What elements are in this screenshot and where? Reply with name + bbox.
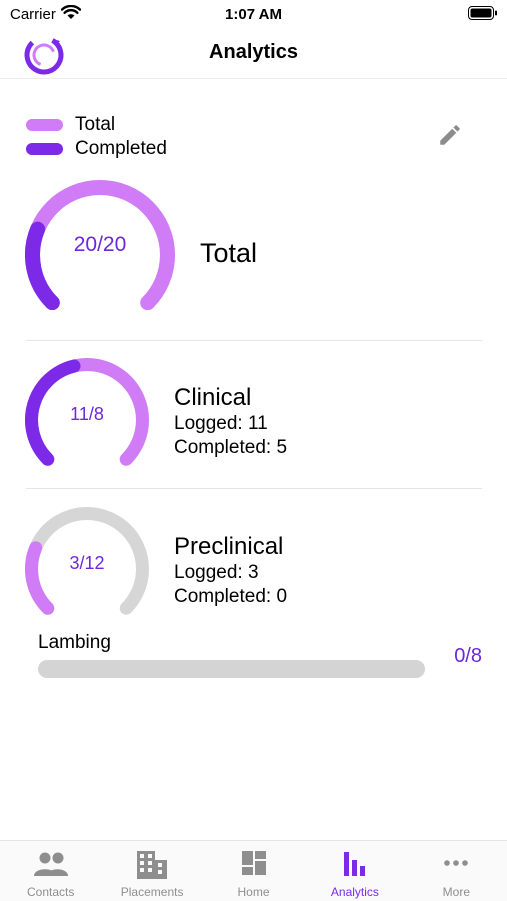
preclinical-title: Preclinical <box>174 533 284 560</box>
legend-swatch <box>26 143 63 155</box>
tab-analytics[interactable]: Analytics <box>304 841 405 901</box>
clinical-completed: Completed: 5 <box>174 437 288 458</box>
clock-time: 1:07 AM <box>225 6 282 23</box>
divider <box>26 488 482 489</box>
bar-chart-icon <box>342 850 368 883</box>
preclinical-logged: Logged: 3 <box>174 562 259 583</box>
tab-more[interactable]: More <box>406 841 507 901</box>
people-icon <box>33 850 69 883</box>
more-dots-icon <box>443 850 469 881</box>
status-bar: Carrier 1:07 AM <box>0 0 507 28</box>
legend-swatch <box>26 119 63 131</box>
preclinical-completed: Completed: 0 <box>174 586 288 607</box>
total-title: Total <box>200 238 258 268</box>
total-gauge-label: 20/20 <box>73 233 127 256</box>
navigation-bar: Analytics <box>0 28 507 79</box>
battery-icon <box>468 6 498 25</box>
tab-label: Analytics <box>330 885 379 899</box>
legend-item-total: Total <box>26 114 115 136</box>
tab-label: Placements <box>120 885 184 899</box>
legend-label: Total <box>75 114 116 135</box>
page-title: Analytics <box>209 41 298 63</box>
divider <box>26 340 482 341</box>
pencil-icon[interactable] <box>437 122 463 153</box>
tab-placements[interactable]: Placements <box>101 841 202 901</box>
legend-label: Completed <box>75 138 167 159</box>
clinical-logged: Logged: 11 <box>174 413 268 434</box>
clinical-title: Clinical <box>174 384 252 411</box>
lambing-value: 0/8 <box>454 645 482 667</box>
preclinical-gauge-label: 3/12 <box>69 553 105 573</box>
tab-label: Contacts <box>27 885 75 899</box>
dashboard-icon <box>241 850 267 881</box>
tab-home[interactable]: Home <box>203 841 304 901</box>
legend-item-completed: Completed <box>26 138 167 160</box>
lambing-progress-bar <box>38 660 425 678</box>
lambing-label: Lambing <box>38 632 111 653</box>
tab-bar: Contacts Placements Home Analytics More <box>0 840 507 901</box>
tab-label: Home <box>237 885 270 899</box>
clinical-gauge-label: 11/8 <box>70 404 104 424</box>
building-icon <box>136 850 168 885</box>
tab-contacts[interactable]: Contacts <box>0 841 101 901</box>
tab-label: More <box>442 885 470 899</box>
